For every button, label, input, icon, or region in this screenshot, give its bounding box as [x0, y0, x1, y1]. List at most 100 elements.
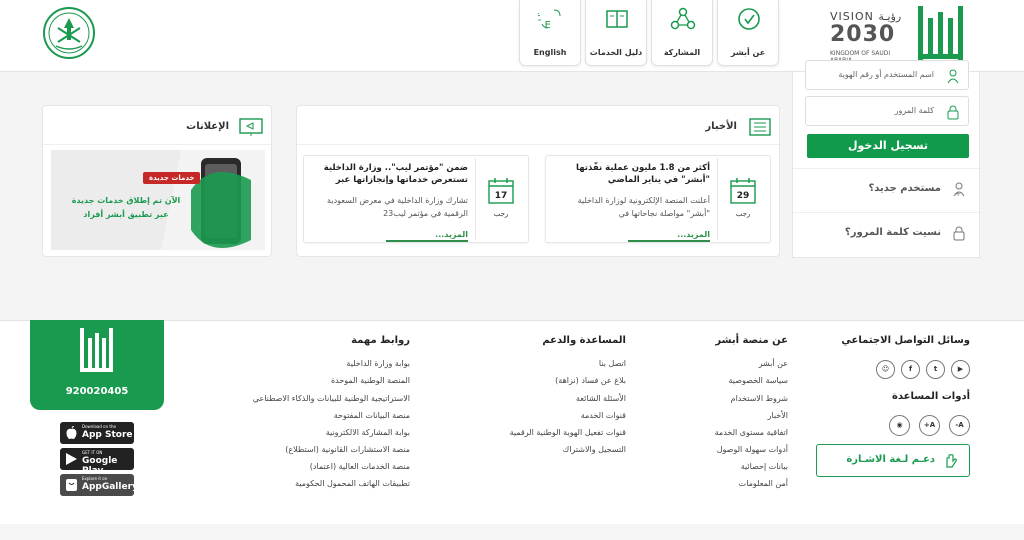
app-store-badge[interactable]: Download on the App Store	[60, 422, 134, 444]
footer-link[interactable]: أمن المعلومات	[739, 479, 788, 488]
google-play-small: GET IT ON	[82, 450, 103, 455]
password-placeholder: كلمة المرور	[894, 106, 934, 115]
nav-english[interactable]: عE English	[519, 0, 581, 66]
new-user-link[interactable]: مستخدم جديد؟ +	[793, 168, 981, 208]
share-icon	[670, 7, 696, 30]
apple-icon	[66, 426, 77, 439]
news-month: رجب	[735, 210, 751, 218]
username-field[interactable]: اسم المستخدم أو رقم الهوية	[805, 60, 969, 90]
footer-link[interactable]: الاستراتيجية الوطنية للبيانات والذكاء ال…	[253, 394, 410, 403]
news-icon	[749, 118, 771, 136]
add-user-icon: +	[953, 182, 965, 197]
news-underline	[386, 240, 468, 242]
ad-text-line1: الآن تم إطلاق خدمات جديدة	[71, 196, 181, 205]
nav-share-label: المشاركة	[663, 48, 701, 57]
huawei-icon	[66, 479, 77, 491]
guide-book-icon	[606, 10, 628, 28]
nav-about-label: عن أبشر	[730, 48, 766, 57]
increase-font-button[interactable]: A+	[919, 415, 940, 436]
footer-link[interactable]: بوابة المشاركة الالكترونية	[326, 428, 410, 437]
footer-link[interactable]: منصة الاستشارات القانونية (استطلاع)	[285, 445, 410, 454]
footer-link[interactable]: بلاغ عن فساد (نزاهة)	[555, 376, 626, 385]
news-item[interactable]: 17 رجب ضمن "مؤتمر ليب".. وزارة الداخلية …	[303, 155, 529, 243]
decrease-font-button[interactable]: A-	[949, 415, 970, 436]
footer-link[interactable]: شروط الاستخدام	[731, 394, 788, 403]
news-summary: تشارك وزارة الداخلية في معرض السعودية ال…	[327, 196, 468, 218]
svg-text:E: E	[545, 20, 551, 31]
announcement-icon	[239, 118, 263, 136]
nav-share[interactable]: المشاركة	[651, 0, 713, 66]
username-placeholder: اسم المستخدم أو رقم الهوية	[838, 70, 934, 79]
forgot-password-link[interactable]: نسيت كلمة المرور؟	[793, 212, 981, 252]
important-links-title: روابط مهمة	[351, 335, 410, 346]
new-user-label: مستخدم جديد؟	[868, 183, 941, 194]
app-store-small: Download on the	[82, 424, 116, 429]
twitter-icon[interactable]: t	[926, 360, 945, 379]
youtube-icon[interactable]: ▶	[951, 360, 970, 379]
footer-link[interactable]: بوابة وزارة الداخلية	[346, 359, 410, 368]
lock-icon	[947, 105, 959, 120]
vision-year: 2030	[830, 22, 896, 47]
facebook-icon[interactable]: f	[901, 360, 920, 379]
calendar-icon: 29	[730, 178, 756, 204]
news-item[interactable]: 29 رجب أكثر من 1.8 مليون عملية نفّذتها "…	[545, 155, 771, 243]
google-play-icon	[66, 453, 77, 465]
login-card: اسم المستخدم أو رقم الهوية كلمة المرور ت…	[792, 60, 981, 258]
language-icon: عE	[538, 9, 561, 31]
moi-logo[interactable]	[42, 6, 96, 60]
svg-text:+: +	[955, 190, 961, 197]
footer-link[interactable]: سياسة الخصوصية	[729, 376, 788, 385]
hand-sign-icon	[946, 454, 957, 468]
footer-link[interactable]: منصة البيانات المفتوحة	[334, 411, 410, 420]
absher-logo-white	[80, 328, 113, 372]
snapchat-icon[interactable]: ☺	[876, 360, 895, 379]
app-gallery-name: AppGallery	[82, 482, 138, 492]
news-more-link[interactable]: المزيد...	[435, 230, 468, 239]
footer-link[interactable]: المنصة الوطنية الموحدة	[331, 376, 410, 385]
google-play-name: Google Play	[82, 456, 118, 476]
footer-link[interactable]: اتصل بنا	[599, 359, 626, 368]
social-title: وسائل التواصل الاجتماعي	[841, 335, 970, 346]
login-button[interactable]: تسجيل الدخول	[807, 134, 969, 158]
support-column-title: المساعدة والدعم	[542, 335, 626, 346]
news-more-link[interactable]: المزيد...	[677, 230, 710, 239]
footer-link[interactable]: قنوات تفعيل الهوية الوطنية الرقمية	[510, 428, 626, 437]
vision-2030-logo: VISION رؤيـة 2030 KINGDOM OF SAUDI ARABI…	[826, 8, 912, 64]
sign-language-button[interactable]: دعـم لـغة الاشـارة	[816, 444, 970, 477]
nav-english-label: English	[533, 48, 567, 57]
news-divider	[297, 144, 779, 145]
support-phone[interactable]: 920020405	[30, 386, 164, 397]
user-icon	[947, 69, 959, 84]
footer-link[interactable]: اتفاقية مستوى الخدمة	[715, 428, 788, 437]
news-separator	[475, 158, 476, 240]
news-summary: أعلنت المنصة الإلكترونية لوزارة الداخلية…	[577, 196, 710, 218]
footer-link[interactable]: أدوات سهولة الوصول	[717, 445, 788, 454]
footer-link[interactable]: عن أبشر	[759, 359, 788, 368]
footer-link[interactable]: الأخبار	[768, 411, 788, 420]
nav-about[interactable]: عن أبشر	[717, 0, 779, 66]
footer-bottom-bar	[0, 524, 1024, 540]
news-underline	[628, 240, 710, 242]
footer-link[interactable]: تطبيقات الهاتف المحمول الحكومية	[295, 479, 410, 488]
footer-link[interactable]: بيانات إحصائية	[741, 462, 788, 471]
news-day: 17	[495, 191, 508, 201]
app-gallery-small: Explore it on	[82, 476, 108, 481]
calendar-icon: 17	[488, 178, 514, 204]
lock-question-icon	[953, 226, 965, 241]
absher-logo[interactable]	[914, 4, 968, 62]
google-play-badge[interactable]: GET IT ON Google Play	[60, 448, 134, 476]
footer-link[interactable]: قنوات الخدمة	[581, 411, 626, 420]
ad-banner[interactable]: خدمات جديدة الآن تم إطلاق خدمات جديدة عب…	[51, 150, 265, 250]
footer-link[interactable]: منصة الخدمات العالية (اعتماد)	[310, 462, 410, 471]
app-store-name: App Store	[82, 430, 133, 440]
svg-text:ع: ع	[538, 10, 541, 21]
about-icon	[738, 8, 760, 30]
password-field[interactable]: كلمة المرور	[805, 96, 969, 126]
footer-link[interactable]: الأسئلة الشائعة	[576, 394, 626, 403]
footer-link[interactable]: التسجيل والاشتراك	[563, 445, 626, 454]
tools-title: أدوات المساعدة	[891, 391, 970, 402]
nav-services-guide[interactable]: دليل الخدمات	[585, 0, 647, 66]
about-column-title: عن منصة أبشر	[715, 335, 788, 346]
app-gallery-badge[interactable]: Explore it on AppGallery	[60, 474, 138, 496]
eye-icon[interactable]: ◉	[889, 415, 910, 436]
